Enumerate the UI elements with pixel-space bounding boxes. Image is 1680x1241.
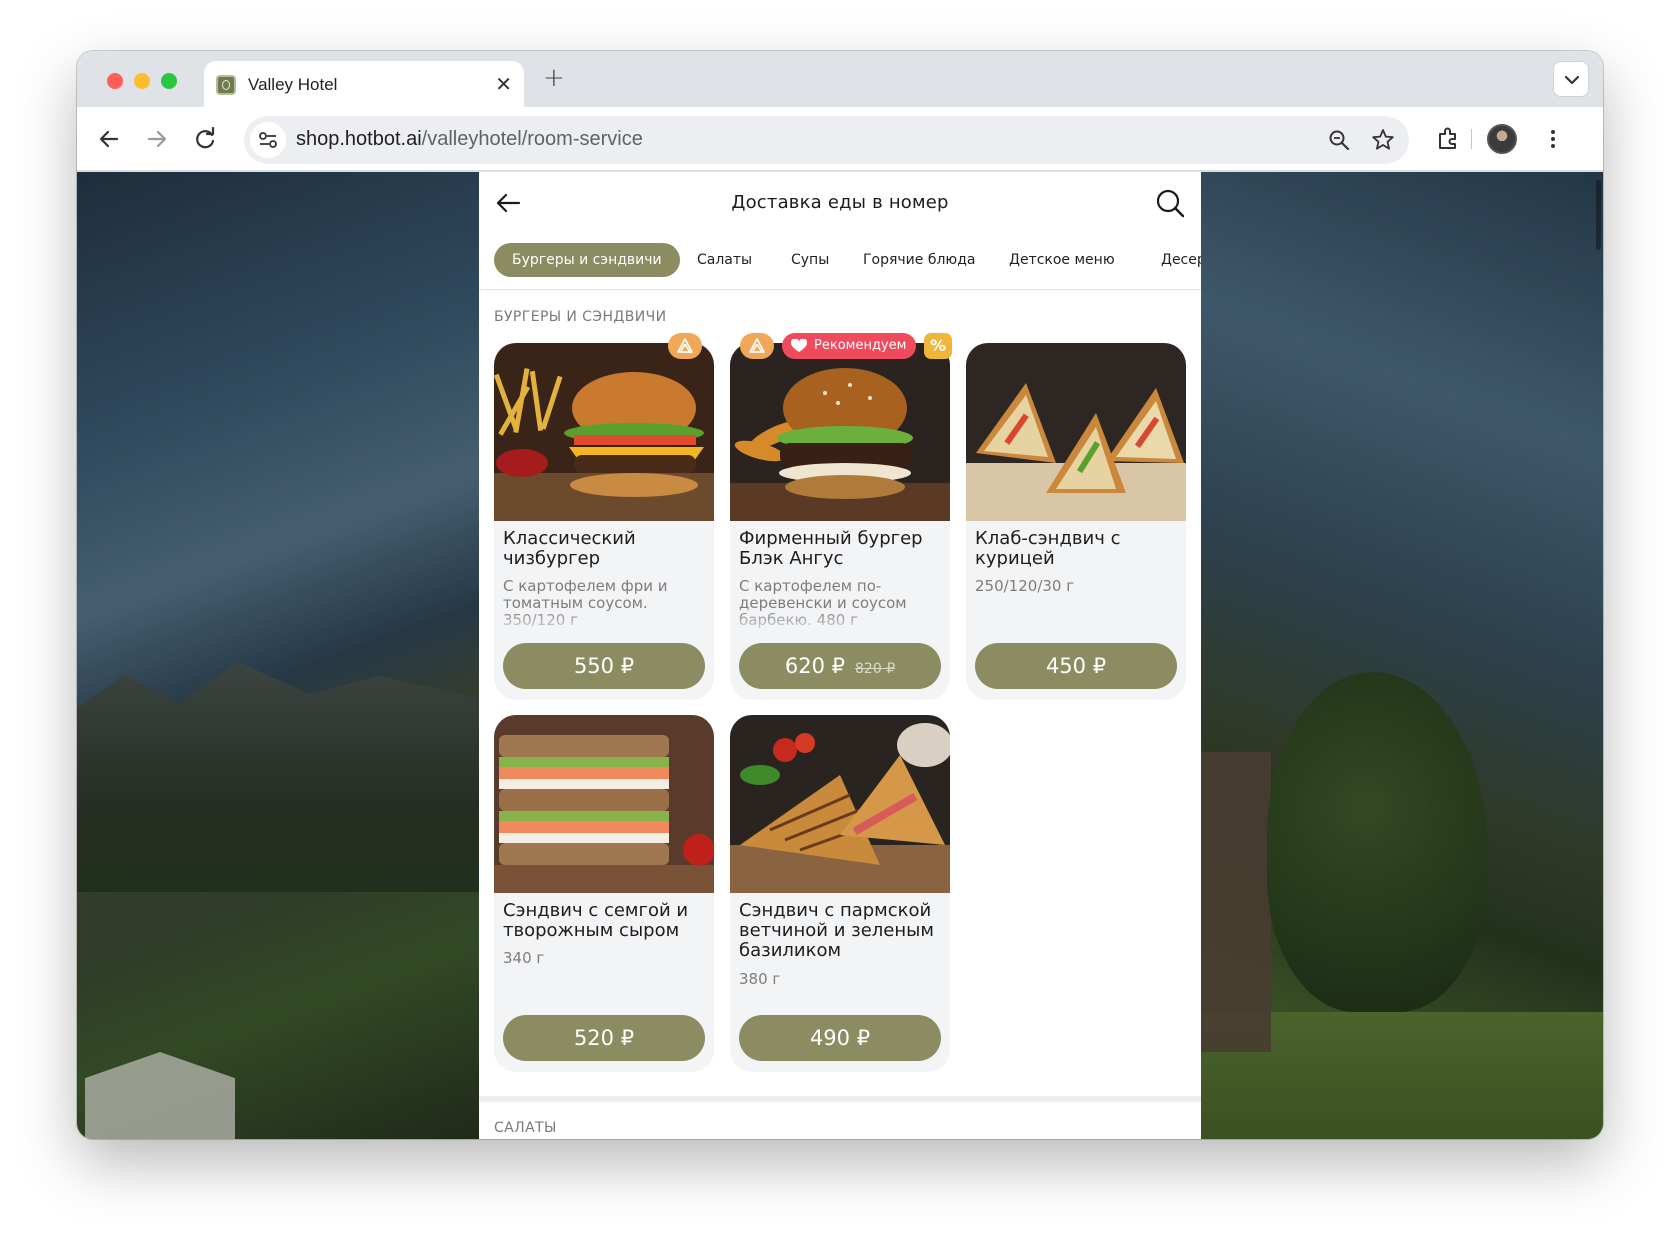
item-price: 490 ₽ xyxy=(809,1026,871,1050)
item-price: 450 ₽ xyxy=(1045,654,1107,678)
hotel-favicon-icon xyxy=(216,75,236,95)
item-price: 550 ₽ xyxy=(573,654,635,678)
spicy-icon xyxy=(677,338,693,353)
food-photo-black-angus xyxy=(730,343,950,521)
item-name: Сэндвич с семгой и творожным сыром xyxy=(503,900,689,941)
menu-item-card[interactable]: Клаб-сэндвич с курицей 250/120/30 г 450 … xyxy=(966,343,1186,700)
item-name: Фирменный бургер Блэк Ангус xyxy=(739,528,923,569)
reload-icon[interactable] xyxy=(189,123,221,155)
spicy-icon xyxy=(749,338,765,353)
spicy-badge xyxy=(668,333,702,359)
browser-window: Valley Hotel ✕ + shop.hotbot.ai/valleyho… xyxy=(77,51,1603,1139)
tab-search-button[interactable] xyxy=(1553,61,1589,97)
add-to-cart-button[interactable]: 490 ₽ xyxy=(739,1015,941,1061)
page-viewport: Доставка еды в номер Бургеры и сэндвичи … xyxy=(77,172,1603,1139)
close-window-button[interactable] xyxy=(107,73,123,89)
page-scrollbar[interactable] xyxy=(1596,180,1601,250)
back-arrow-icon[interactable] xyxy=(93,123,125,155)
menu-item-card[interactable]: Сэндвич с пармской ветчиной и зеленым ба… xyxy=(730,715,950,1072)
search-icon[interactable] xyxy=(1153,186,1187,220)
forward-arrow-icon[interactable] xyxy=(141,123,173,155)
food-photo-salmon-sandwich xyxy=(494,715,714,893)
url-host: shop.hotbot.ai xyxy=(296,128,422,150)
site-settings-icon[interactable] xyxy=(250,122,286,158)
item-description: С картофелем фри и томатным соусом. 350/… xyxy=(503,578,668,629)
item-description: 380 г xyxy=(739,970,781,988)
tab-hot-dishes[interactable]: Горячие блюда xyxy=(863,243,975,277)
sale-badge: % xyxy=(924,333,952,359)
url-text: shop.hotbot.ai/valleyhotel/room-service xyxy=(296,128,643,151)
bookmark-star-icon[interactable] xyxy=(1370,127,1396,153)
url-path: /valleyhotel/room-service xyxy=(421,128,643,150)
item-description: С картофелем по-деревенски и соусом барб… xyxy=(739,578,907,629)
zoom-icon[interactable] xyxy=(1326,127,1352,153)
address-bar[interactable]: shop.hotbot.ai/valleyhotel/room-service xyxy=(244,116,1409,164)
tab-strip: Valley Hotel ✕ + xyxy=(77,51,1603,107)
item-description: 250/120/30 г xyxy=(975,577,1075,595)
item-name: Сэндвич с пармской ветчиной и зеленым ба… xyxy=(739,900,934,961)
browser-tab[interactable]: Valley Hotel ✕ xyxy=(204,61,524,107)
minimize-window-button[interactable] xyxy=(134,73,150,89)
add-to-cart-button[interactable]: 520 ₽ xyxy=(503,1015,705,1061)
recommended-label: Рекомендуем xyxy=(814,338,907,353)
section-title-burgers: БУРГЕРЫ И СЭНДВИЧИ xyxy=(494,309,667,325)
item-description: 340 г xyxy=(503,949,545,967)
more-menu-icon[interactable] xyxy=(1537,123,1569,155)
add-to-cart-button[interactable]: 550 ₽ xyxy=(503,643,705,689)
menu-item-card[interactable]: Рекомендуем % Фирменный бургер Блэк Ангу… xyxy=(730,333,952,700)
maximize-window-button[interactable] xyxy=(161,73,177,89)
food-photo-prosciutto-sandwich xyxy=(730,715,950,893)
spicy-badge xyxy=(740,333,774,359)
tab-close-icon[interactable]: ✕ xyxy=(495,72,512,96)
tab-desserts[interactable]: Десер xyxy=(1161,243,1201,277)
food-photo-club-sandwich xyxy=(966,343,1186,521)
page-title: Доставка еды в номер xyxy=(731,192,949,213)
new-tab-button[interactable]: + xyxy=(543,63,565,93)
app-header: Доставка еды в номер xyxy=(479,172,1201,234)
tab-kids-menu[interactable]: Детское меню xyxy=(1009,243,1115,277)
extensions-icon[interactable] xyxy=(1433,123,1465,155)
toolbar-divider xyxy=(1471,129,1472,149)
tab-salads[interactable]: Салаты xyxy=(697,243,752,277)
item-price: 520 ₽ xyxy=(573,1026,635,1050)
header-divider xyxy=(479,289,1201,290)
heart-icon xyxy=(791,339,807,352)
item-price: 620 ₽ xyxy=(784,654,846,678)
tab-title: Valley Hotel xyxy=(248,75,338,94)
menu-item-card[interactable]: Сэндвич с семгой и творожным сыром 340 г… xyxy=(494,715,714,1072)
section-separator xyxy=(479,1096,1201,1102)
tab-soups[interactable]: Супы xyxy=(791,243,829,277)
food-photo-cheeseburger xyxy=(494,343,714,521)
room-service-app: Доставка еды в номер Бургеры и сэндвичи … xyxy=(479,172,1201,1139)
chevron-down-icon xyxy=(1564,75,1580,85)
item-old-price: 820 ₽ xyxy=(855,661,896,677)
add-to-cart-button[interactable]: 450 ₽ xyxy=(975,643,1177,689)
section-title-salads: САЛАТЫ xyxy=(494,1120,557,1136)
tab-burgers-sandwiches[interactable]: Бургеры и сэндвичи xyxy=(494,243,680,277)
menu-item-card[interactable]: Классический чизбургер С картофелем фри … xyxy=(494,333,714,700)
item-name: Клаб-сэндвич с курицей xyxy=(975,528,1121,569)
recommended-badge: Рекомендуем xyxy=(782,333,917,359)
profile-avatar[interactable] xyxy=(1487,124,1517,154)
browser-toolbar: shop.hotbot.ai/valleyhotel/room-service xyxy=(77,107,1603,171)
add-to-cart-button[interactable]: 620 ₽ 820 ₽ xyxy=(739,643,941,689)
item-name: Классический чизбургер xyxy=(503,528,636,569)
